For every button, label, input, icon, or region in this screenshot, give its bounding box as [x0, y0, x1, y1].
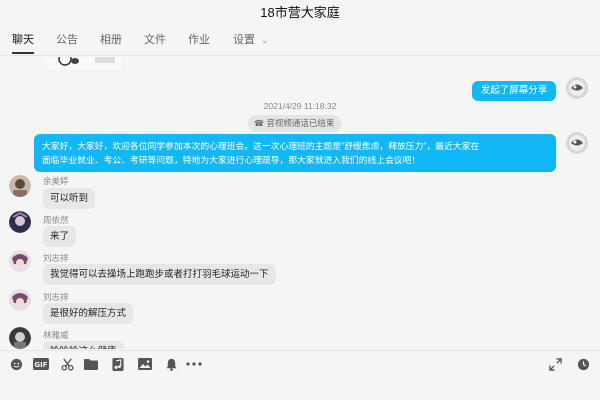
sender-name: 刘志祥 [43, 292, 69, 302]
music-icon[interactable] [111, 357, 125, 371]
expand-icon[interactable] [548, 357, 562, 371]
screen-share-bubble[interactable]: 发起了屏幕分享 [472, 81, 556, 101]
avatar[interactable] [9, 250, 31, 272]
message-list[interactable]: 发起了屏幕分享 2021/4/29 11:18:32 ☎ 音视频通话已结束 大家… [0, 57, 600, 349]
message-bubble[interactable]: 哈哈哈这么健康 [43, 341, 124, 349]
tab-album[interactable]: 相册 [100, 32, 122, 54]
folder-icon[interactable] [84, 357, 98, 371]
announcement-line-1: 大家好，大家好，欢迎各位同学参加本次的心理班会。这一次心理班的主题是"舒缓焦虑，… [42, 141, 480, 151]
tab-chat[interactable]: 聊天 [12, 32, 34, 54]
message-bubble[interactable]: 可以听到 [43, 188, 96, 209]
avatar[interactable] [9, 289, 31, 311]
tab-bar: 聊天 公告 相册 文件 作业 设置 ⌄ [0, 28, 600, 56]
call-ended-notice: ☎ 音视频通话已结束 [248, 115, 342, 132]
emoji-icon[interactable] [9, 357, 23, 371]
more-icon[interactable] [186, 357, 202, 371]
history-clock-icon[interactable] [576, 357, 590, 371]
tab-files[interactable]: 文件 [144, 32, 166, 54]
sender-name: 林雅威 [43, 330, 69, 340]
phone-icon: ☎ [254, 119, 264, 128]
tab-homework[interactable]: 作业 [188, 32, 210, 54]
avatar[interactable] [9, 175, 31, 197]
announcement-line-2: 面临毕业就业、考公、考研等问题，特地为大家进行心理疏导，那大家就进入我们的线上会… [42, 155, 421, 165]
bell-icon[interactable] [164, 357, 178, 371]
message-input[interactable] [0, 377, 600, 400]
message-bubble[interactable]: 来了 [43, 226, 77, 247]
tab-settings[interactable]: 设置 ⌄ [233, 32, 269, 54]
call-ended-text: 音视频通话已结束 [266, 118, 335, 128]
message-bubble[interactable]: 我觉得可以去操场上跑跑步或者打打羽毛球运动一下 [43, 264, 276, 285]
sender-name: 余美婷 [43, 176, 69, 186]
sender-name: 周依然 [43, 215, 69, 225]
tab-settings-label: 设置 [233, 34, 255, 46]
avatar[interactable] [566, 77, 588, 99]
sender-name: 刘志祥 [43, 253, 69, 263]
message-timestamp: 2021/4/29 11:18:32 [263, 101, 337, 111]
avatar[interactable] [566, 132, 588, 154]
scissors-icon[interactable] [60, 357, 74, 371]
announcement-bubble[interactable]: 大家好，大家好，欢迎各位同学参加本次的心理班会。这一次心理班的主题是"舒缓焦虑，… [34, 134, 556, 172]
chevron-down-icon: ⌄ [261, 35, 269, 45]
message-bubble[interactable]: 是很好的解压方式 [43, 303, 134, 324]
input-toolbar: GIF [0, 350, 600, 376]
tab-announcement[interactable]: 公告 [56, 32, 78, 54]
avatar[interactable] [9, 211, 31, 233]
avatar[interactable] [9, 327, 31, 349]
svg-text:GIF: GIF [34, 361, 47, 369]
image-icon[interactable] [138, 357, 152, 371]
gif-icon[interactable]: GIF [33, 357, 49, 371]
window-title: 18市营大家庭 [0, 0, 600, 26]
previous-image-thumbnail[interactable] [45, 57, 121, 69]
